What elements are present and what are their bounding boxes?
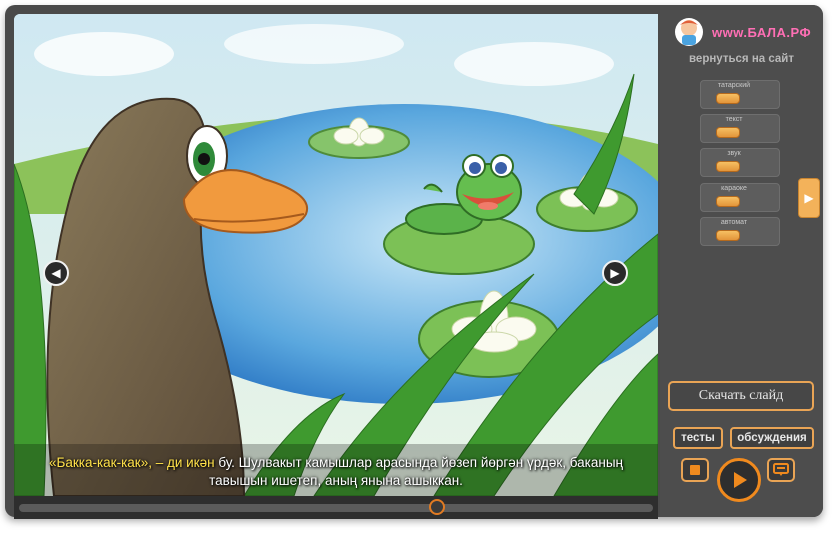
toggle-switch[interactable] xyxy=(716,93,740,104)
toggle-text[interactable]: текст xyxy=(700,114,780,143)
subtitles-button[interactable] xyxy=(767,458,795,482)
sidebar-collapse-tab[interactable]: ▶ xyxy=(798,178,820,218)
play-button[interactable] xyxy=(717,458,761,502)
back-to-site-link[interactable]: вернуться на сайт xyxy=(660,53,823,65)
chevron-left-icon: ◀ xyxy=(51,266,61,280)
slide-caption: «Бакка-как-как», – ди икән бу. Шулвакыт … xyxy=(14,450,658,496)
toggle-auto[interactable]: автомат xyxy=(700,217,780,246)
chevron-right-icon: ▶ xyxy=(610,266,620,280)
logo-mascot-icon xyxy=(675,18,703,46)
discussion-button[interactable]: обсуждения xyxy=(730,427,814,449)
stop-button[interactable] xyxy=(681,458,709,482)
caption-text-line1: бу. Шулвакыт камышлар арасында йөзеп йөр… xyxy=(214,455,624,470)
caption-text-line2: тавышын ишетеп, аның янына ашыккан. xyxy=(209,473,463,488)
sidebar: www.БАЛА.РФ вернуться на сайт татарский … xyxy=(660,5,823,517)
subtitles-icon xyxy=(773,463,789,476)
play-icon xyxy=(734,472,747,488)
toggle-label: автомат xyxy=(720,219,748,226)
toggle-label: татарский xyxy=(717,82,751,89)
toggle-tatar[interactable]: татарский xyxy=(700,80,780,109)
toggle-sound[interactable]: звук xyxy=(700,148,780,177)
stop-icon xyxy=(690,465,700,475)
next-slide-button[interactable]: ▶ xyxy=(602,260,628,286)
toggle-label: текст xyxy=(725,116,743,123)
slide-illustration xyxy=(14,14,658,496)
toggle-karaoke[interactable]: караоке xyxy=(700,183,780,212)
site-logo[interactable]: www.БАЛА.РФ xyxy=(670,15,812,49)
slide-stage: ◀ ▶ «Бакка-как-как», – ди икән бу. Шулва… xyxy=(14,14,658,496)
logo-text: www.БАЛА.РФ xyxy=(712,24,812,40)
progress-knob[interactable] xyxy=(429,499,446,515)
caption-highlighted-text: «Бакка-как-как», – ди икән xyxy=(48,455,215,470)
toggle-switch[interactable] xyxy=(716,161,740,172)
toggle-switch[interactable] xyxy=(716,230,740,241)
toggle-label: звук xyxy=(727,150,741,157)
download-slide-button[interactable]: Скачать слайд xyxy=(668,381,814,411)
toggle-switch[interactable] xyxy=(716,127,740,138)
tests-button[interactable]: тесты xyxy=(673,427,723,449)
chevron-right-icon: ▶ xyxy=(804,191,814,205)
progress-track[interactable] xyxy=(19,499,653,515)
progress-bar-area xyxy=(14,496,658,519)
previous-slide-button[interactable]: ◀ xyxy=(43,260,69,286)
toggle-switch[interactable] xyxy=(716,196,740,207)
toggle-label: караоке xyxy=(721,185,747,192)
story-player: ◀ ▶ «Бакка-как-как», – ди икән бу. Шулва… xyxy=(5,5,823,519)
